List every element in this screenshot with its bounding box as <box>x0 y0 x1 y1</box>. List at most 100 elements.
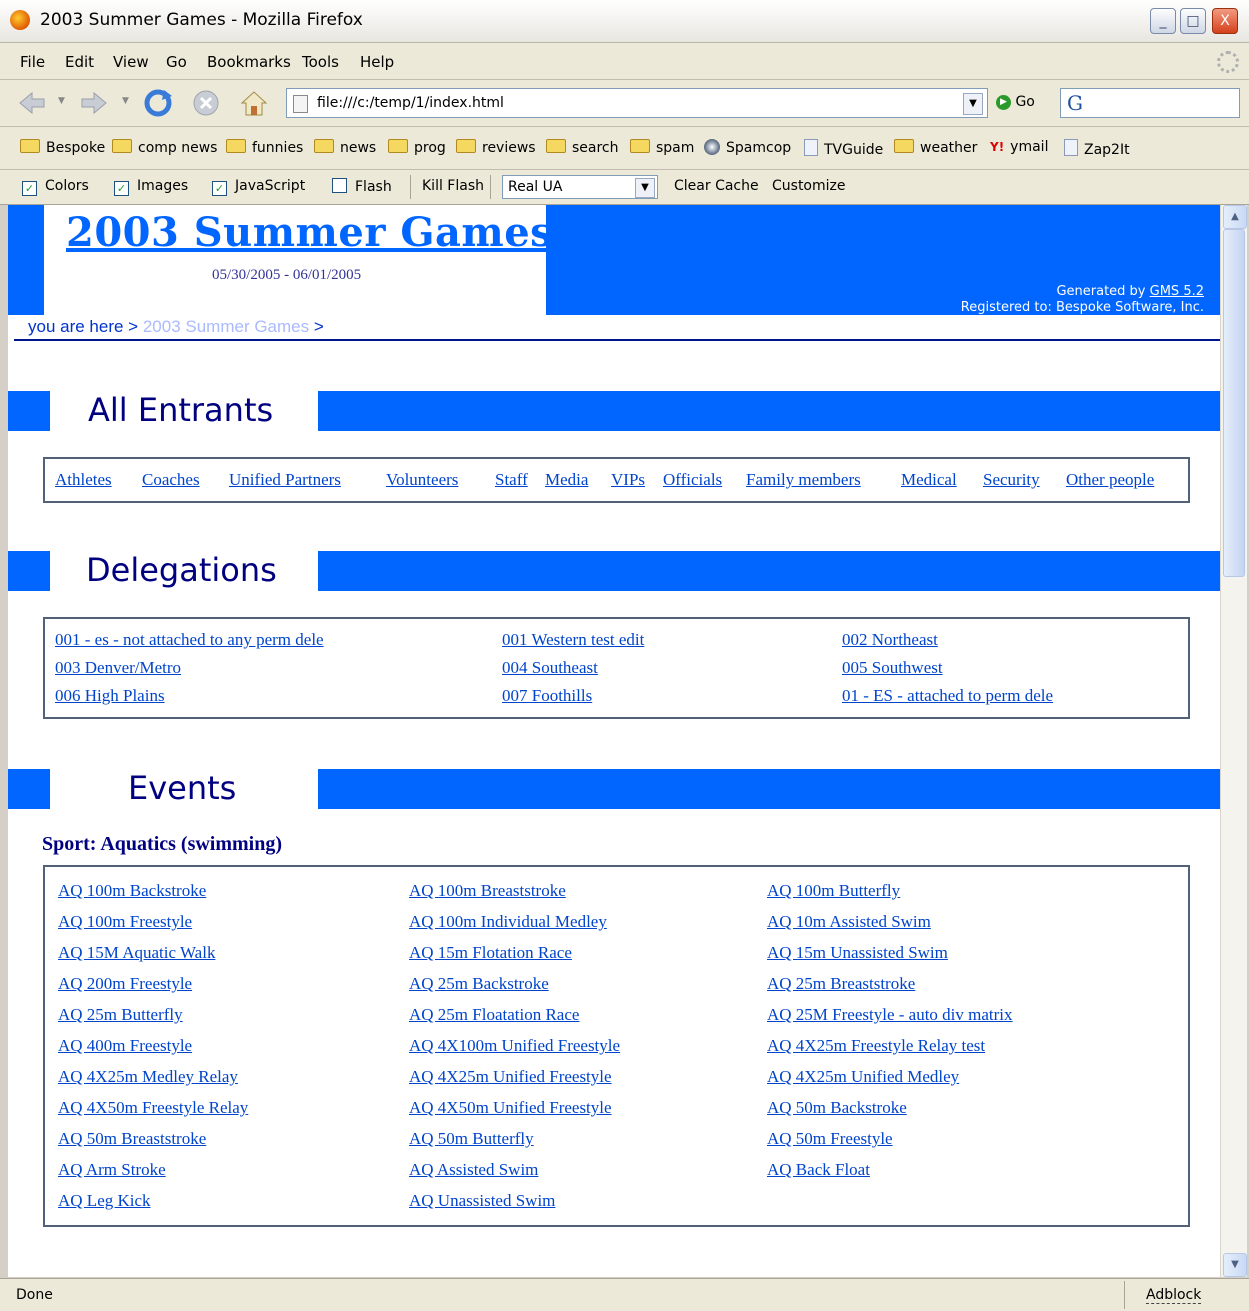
link-event[interactable]: AQ 25m Butterfly <box>58 1005 183 1025</box>
link-unified-partners[interactable]: Unified Partners <box>229 470 341 490</box>
reload-icon[interactable] <box>142 88 174 118</box>
menu-file[interactable]: File <box>20 53 45 71</box>
link-event[interactable]: AQ 50m Butterfly <box>409 1129 534 1149</box>
link-delegation[interactable]: 004 Southeast <box>502 658 598 678</box>
link-delegation[interactable]: 006 High Plains <box>55 686 165 706</box>
bookmark-spamcop[interactable]: Spamcop <box>704 139 791 156</box>
link-event[interactable]: AQ 15M Aquatic Walk <box>58 943 215 963</box>
back-icon[interactable] <box>16 88 48 118</box>
menu-help[interactable]: Help <box>360 53 394 71</box>
link-event[interactable]: AQ 4X100m Unified Freestyle <box>409 1036 620 1056</box>
vertical-scrollbar[interactable]: ▲ ▼ <box>1220 205 1247 1277</box>
bookmark-comp-news[interactable]: comp news <box>112 139 217 156</box>
bookmark-tvguide[interactable]: TVGuide <box>804 139 883 158</box>
colors-toggle[interactable]: ✓ Colors <box>22 178 89 196</box>
url-text[interactable]: file:///c:/temp/1/index.html <box>317 95 504 111</box>
link-event[interactable]: AQ Assisted Swim <box>409 1160 538 1180</box>
link-delegation[interactable]: 001 Western test edit <box>502 630 644 650</box>
checkbox-checked-icon[interactable]: ✓ <box>114 181 129 196</box>
link-delegation[interactable]: 002 Northeast <box>842 630 938 650</box>
link-event[interactable]: AQ 4X25m Freestyle Relay test <box>767 1036 985 1056</box>
link-vips[interactable]: VIPs <box>611 470 645 490</box>
link-event[interactable]: AQ 25m Floatation Race <box>409 1005 579 1025</box>
link-coaches[interactable]: Coaches <box>142 470 200 490</box>
menu-view[interactable]: View <box>113 53 149 71</box>
gms-link[interactable]: GMS 5.2 <box>1150 284 1204 299</box>
bookmark-spam[interactable]: spam <box>630 139 694 156</box>
link-event[interactable]: AQ 4X25m Unified Medley <box>767 1067 959 1087</box>
menu-bookmarks[interactable]: Bookmarks <box>207 53 291 71</box>
scroll-down-icon[interactable]: ▼ <box>1223 1253 1247 1277</box>
checkbox-checked-icon[interactable]: ✓ <box>212 181 227 196</box>
bookmark-ymail[interactable]: Y! ymail <box>990 139 1048 155</box>
link-event[interactable]: AQ Leg Kick <box>58 1191 151 1211</box>
google-icon[interactable]: G <box>1067 91 1083 115</box>
home-icon[interactable] <box>238 88 270 118</box>
link-event[interactable]: AQ 25m Backstroke <box>409 974 549 994</box>
link-event[interactable]: AQ 100m Breaststroke <box>409 881 566 901</box>
link-medical[interactable]: Medical <box>901 470 957 490</box>
javascript-toggle[interactable]: ✓ JavaScript <box>212 178 305 196</box>
link-athletes[interactable]: Athletes <box>55 470 112 490</box>
link-delegation[interactable]: 005 Southwest <box>842 658 943 678</box>
link-officials[interactable]: Officials <box>663 470 722 490</box>
page-title[interactable]: 2003 Summer Games <box>66 209 553 256</box>
adblock-button[interactable]: Adblock <box>1146 1287 1202 1304</box>
bookmark-weather[interactable]: weather <box>894 139 977 156</box>
forward-dropdown-icon[interactable]: ▼ <box>122 96 129 106</box>
bookmark-prog[interactable]: prog <box>388 139 446 156</box>
clear-cache-button[interactable]: Clear Cache <box>674 178 759 194</box>
link-event[interactable]: AQ 200m Freestyle <box>58 974 192 994</box>
link-event[interactable]: AQ 50m Backstroke <box>767 1098 907 1118</box>
menu-edit[interactable]: Edit <box>65 53 94 71</box>
link-event[interactable]: AQ 400m Freestyle <box>58 1036 192 1056</box>
link-event[interactable]: AQ 50m Breaststroke <box>58 1129 206 1149</box>
back-dropdown-icon[interactable]: ▼ <box>58 96 65 106</box>
bookmark-funnies[interactable]: funnies <box>226 139 303 156</box>
link-volunteers[interactable]: Volunteers <box>386 470 458 490</box>
link-event[interactable]: AQ 15m Flotation Race <box>409 943 572 963</box>
link-delegation[interactable]: 003 Denver/Metro <box>55 658 181 678</box>
maximize-button[interactable]: □ <box>1180 8 1206 34</box>
bookmark-news[interactable]: news <box>314 139 376 156</box>
link-event[interactable]: AQ 4X50m Unified Freestyle <box>409 1098 612 1118</box>
link-media[interactable]: Media <box>545 470 588 490</box>
link-event[interactable]: AQ Unassisted Swim <box>409 1191 555 1211</box>
forward-icon[interactable] <box>78 88 110 118</box>
link-staff[interactable]: Staff <box>495 470 528 490</box>
link-delegation[interactable]: 01 - ES - attached to perm dele <box>842 686 1053 706</box>
customize-button[interactable]: Customize <box>772 178 846 194</box>
search-box[interactable]: G <box>1060 88 1240 118</box>
link-delegation[interactable]: 007 Foothills <box>502 686 592 706</box>
go-button[interactable]: ▶ Go <box>996 94 1035 110</box>
link-delegation[interactable]: 001 - es - not attached to any perm dele <box>55 630 324 650</box>
bookmark-bespoke[interactable]: Bespoke <box>20 139 105 156</box>
breadcrumb-current[interactable]: 2003 Summer Games <box>143 317 309 336</box>
flash-toggle[interactable]: Flash <box>332 178 392 195</box>
link-security[interactable]: Security <box>983 470 1040 490</box>
link-event[interactable]: AQ 100m Individual Medley <box>409 912 607 932</box>
url-bar[interactable]: file:///c:/temp/1/index.html ▼ <box>286 88 988 118</box>
link-event[interactable]: AQ Arm Stroke <box>58 1160 166 1180</box>
link-event[interactable]: AQ 4X25m Unified Freestyle <box>409 1067 612 1087</box>
link-event[interactable]: AQ 25M Freestyle - auto div matrix <box>767 1005 1013 1025</box>
link-event[interactable]: AQ 100m Freestyle <box>58 912 192 932</box>
link-event[interactable]: AQ 10m Assisted Swim <box>767 912 931 932</box>
link-event[interactable]: AQ 100m Backstroke <box>58 881 206 901</box>
menu-tools[interactable]: Tools <box>302 53 339 71</box>
user-agent-select[interactable]: Real UA ▼ <box>502 175 658 199</box>
link-family-members[interactable]: Family members <box>746 470 861 490</box>
link-event[interactable]: AQ 50m Freestyle <box>767 1129 893 1149</box>
chevron-down-icon[interactable]: ▼ <box>635 178 655 198</box>
link-event[interactable]: AQ 4X25m Medley Relay <box>58 1067 238 1087</box>
minimize-button[interactable]: _ <box>1150 8 1176 34</box>
link-other-people[interactable]: Other people <box>1066 470 1154 490</box>
link-event[interactable]: AQ Back Float <box>767 1160 870 1180</box>
stop-icon[interactable] <box>190 88 222 118</box>
scroll-up-icon[interactable]: ▲ <box>1223 205 1247 229</box>
kill-flash-button[interactable]: Kill Flash <box>422 178 484 194</box>
close-button[interactable]: X <box>1212 8 1238 34</box>
url-dropdown-icon[interactable]: ▼ <box>963 93 983 115</box>
menu-go[interactable]: Go <box>166 53 187 71</box>
link-event[interactable]: AQ 4X50m Freestyle Relay <box>58 1098 248 1118</box>
